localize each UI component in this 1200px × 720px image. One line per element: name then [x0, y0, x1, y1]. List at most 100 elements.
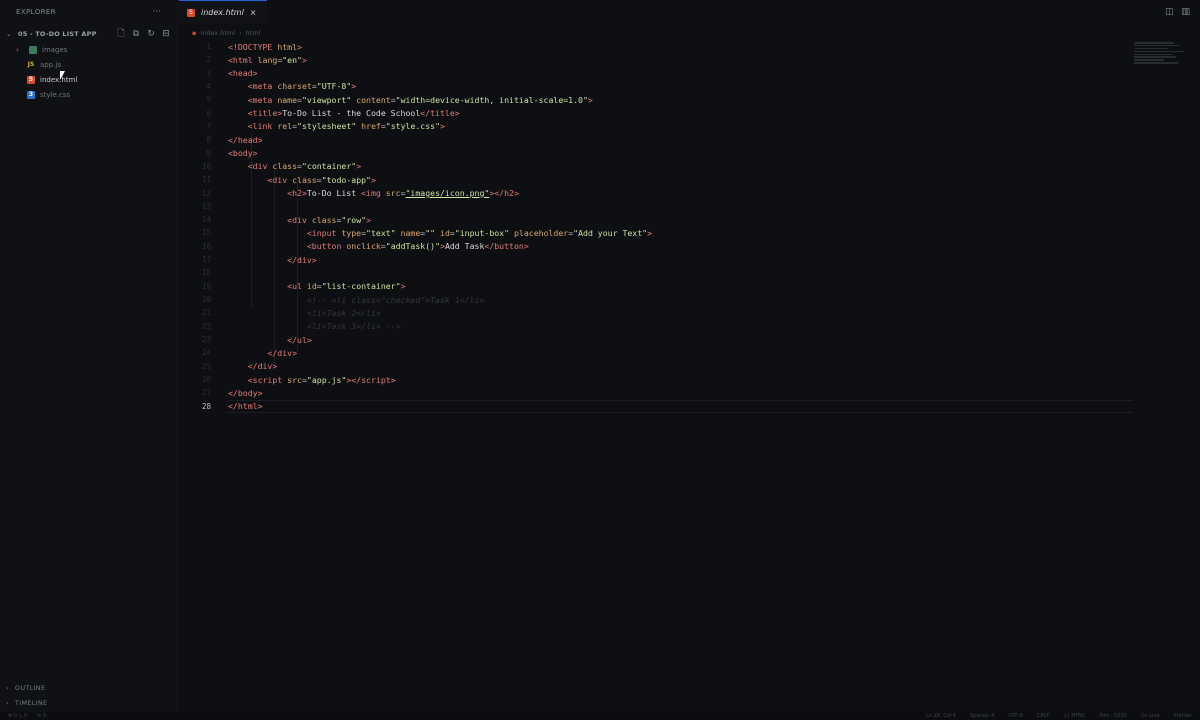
line-number: 19: [201, 281, 211, 291]
vscode-window: EXPLORER ··· ⌄ 05 - TO-DO LIST APP 🗋 ⧉ ↻…: [0, 0, 1200, 720]
code-text: <!-- <li class="checked">Task 1</li>: [306, 294, 485, 305]
code-line[interactable]: 2 <html lang="en">: [179, 53, 1139, 66]
code-line[interactable]: 16 <button onclick="addTask()">Add Task<…: [179, 240, 1139, 253]
new-file-icon[interactable]: 🗋: [116, 29, 126, 39]
new-folder-icon[interactable]: ⧉: [131, 29, 141, 39]
ports-indicator[interactable]: ⊘ 0: [37, 713, 46, 719]
code-line[interactable]: 12 <h2>To-Do List <img src="images/icon.…: [179, 187, 1139, 200]
code-text: </div>: [267, 347, 298, 358]
line-number: 23: [201, 335, 211, 345]
code-line[interactable]: 22 <li>Task 3</li> -->: [179, 320, 1139, 333]
breadcrumb-file[interactable]: index.html: [200, 29, 235, 37]
code-line[interactable]: 10 <div class="container">: [179, 160, 1139, 173]
code-text: <!DOCTYPE html>: [228, 41, 302, 52]
code-line[interactable]: 26 <script src="app.js"></script>: [179, 373, 1139, 386]
file-tree-item[interactable]: 3 style.css: [0, 87, 177, 102]
breadcrumb: ▪ index.html › html: [192, 27, 260, 39]
close-icon[interactable]: ×: [250, 8, 257, 17]
status-item[interactable]: {} HTML: [1063, 713, 1085, 719]
line-number: 6: [206, 108, 211, 118]
tab-index-html[interactable]: 5 index.html ×: [179, 0, 267, 24]
chevron-down-icon: ⌄: [6, 30, 12, 38]
code-line[interactable]: 9 <body>: [179, 147, 1139, 160]
status-item[interactable]: Prettier: [1174, 713, 1192, 719]
line-number: 22: [201, 321, 211, 331]
code-line[interactable]: 20 <!-- <li class="checked">Task 1</li>: [179, 293, 1139, 306]
mouse-cursor-icon: [60, 71, 65, 80]
collapse-all-icon[interactable]: ⊟: [161, 29, 171, 39]
minimap[interactable]: [1134, 42, 1186, 72]
line-number: 27: [201, 388, 211, 398]
code-line[interactable]: 8 </head>: [179, 133, 1139, 146]
code-text: <div class="container">: [247, 161, 362, 172]
line-number: 12: [201, 188, 211, 198]
status-item[interactable]: Spaces: 4: [970, 713, 994, 719]
workspace-folder-name: 05 - TO-DO LIST APP: [18, 30, 97, 38]
code-line[interactable]: 15 <input type="text" name="" id="input-…: [179, 226, 1139, 239]
code-line[interactable]: 5 <meta name="viewport" content="width=d…: [179, 93, 1139, 106]
chevron-right-icon: ›: [6, 684, 9, 692]
line-number: 3: [206, 68, 211, 78]
code-text: </head>: [228, 134, 263, 145]
html-file-icon: ▪: [192, 29, 197, 37]
problems-indicator[interactable]: ⊗ 0 △ 0: [8, 713, 27, 719]
line-number: 26: [201, 375, 211, 384]
file-tree-item-label: style.css: [40, 90, 71, 99]
code-line[interactable]: 28 </html>: [179, 400, 1139, 413]
breadcrumb-element[interactable]: html: [246, 29, 261, 37]
code-text: <title>To-Do List - the Code School</tit…: [247, 108, 460, 119]
code-line[interactable]: 13: [179, 200, 1139, 213]
code-line[interactable]: 18: [179, 266, 1139, 279]
html-file-icon: 5: [27, 75, 35, 84]
layout-icon[interactable]: ▥: [1181, 7, 1190, 17]
file-tree-item[interactable]: JS app.js: [0, 57, 177, 72]
line-number: 25: [201, 361, 211, 371]
code-line[interactable]: 21 <li>Task 2</li>: [179, 306, 1139, 319]
code-line[interactable]: 23 </ul>: [179, 333, 1139, 346]
chevron-right-icon: ›: [16, 45, 19, 54]
split-editor-icon[interactable]: ◫: [1165, 7, 1174, 17]
status-item[interactable]: Ln 28, Col 8: [926, 713, 956, 719]
outline-section[interactable]: › OUTLINE: [0, 680, 45, 696]
code-line[interactable]: 24 </div>: [179, 346, 1139, 359]
file-tree-item-label: index.html: [40, 75, 78, 84]
status-item[interactable]: Go Live: [1141, 713, 1160, 719]
code-text: <h2>To-Do List <img src="images/icon.png…: [287, 188, 519, 199]
code-editor[interactable]: 1 <!DOCTYPE html> 2 <html lang="en"> 3 <head>…: [179, 40, 1200, 712]
line-number: 24: [201, 348, 211, 358]
code-line[interactable]: 11 <div class="todo-app">: [179, 173, 1139, 186]
explorer-sidebar: EXPLORER ··· ⌄ 05 - TO-DO LIST APP 🗋 ⧉ ↻…: [0, 0, 178, 712]
code-line[interactable]: 7 <link rel="stylesheet" href="style.css…: [179, 120, 1139, 133]
code-text: <button onclick="addTask()">Add Task</bu…: [306, 241, 529, 252]
line-number: 2: [206, 55, 211, 65]
code-text: <input type="text" name="" id="input-box…: [306, 227, 653, 238]
line-number: 1: [206, 42, 211, 51]
code-text: <link rel="stylesheet" href="style.css">: [247, 121, 445, 132]
code-line[interactable]: 1 <!DOCTYPE html>: [179, 40, 1139, 53]
code-line[interactable]: 3 <head>: [179, 67, 1139, 80]
line-number: 18: [201, 268, 211, 278]
more-actions-icon[interactable]: ···: [152, 7, 161, 17]
code-text: <meta name="viewport" content="width=dev…: [247, 94, 593, 105]
code-line[interactable]: 17 </div>: [179, 253, 1139, 266]
code-line[interactable]: 27 </body>: [179, 386, 1139, 399]
code-text: </div>: [247, 361, 278, 372]
status-item[interactable]: Port : 5500: [1099, 713, 1127, 719]
line-number: 13: [201, 201, 211, 211]
code-line[interactable]: 4 <meta charset="UTF-8">: [179, 80, 1139, 93]
timeline-section[interactable]: › TIMELINE: [0, 695, 47, 711]
code-line[interactable]: 25 </div>: [179, 360, 1139, 373]
refresh-icon[interactable]: ↻: [146, 29, 156, 39]
status-right: Ln 28, Col 8 Spaces: 4 UTF-8 CRLF {} HTML Por…: [926, 713, 1192, 719]
code-line[interactable]: 6 <title>To-Do List - the Code School</t…: [179, 107, 1139, 120]
file-tree-item[interactable]: 5 index.html: [0, 72, 177, 87]
status-item[interactable]: UTF-8: [1008, 713, 1023, 719]
file-tree-item[interactable]: › images: [0, 42, 177, 57]
code-line[interactable]: 14 <div class="row">: [179, 213, 1139, 226]
code-line[interactable]: 19 <ul id="list-container">: [179, 280, 1139, 293]
html-file-icon: 5: [187, 8, 195, 17]
line-number: 11: [201, 175, 211, 185]
status-item[interactable]: CRLF: [1037, 713, 1050, 719]
timeline-label: TIMELINE: [14, 699, 48, 707]
workspace-folder[interactable]: ⌄ 05 - TO-DO LIST APP 🗋 ⧉ ↻ ⊟: [0, 26, 177, 42]
